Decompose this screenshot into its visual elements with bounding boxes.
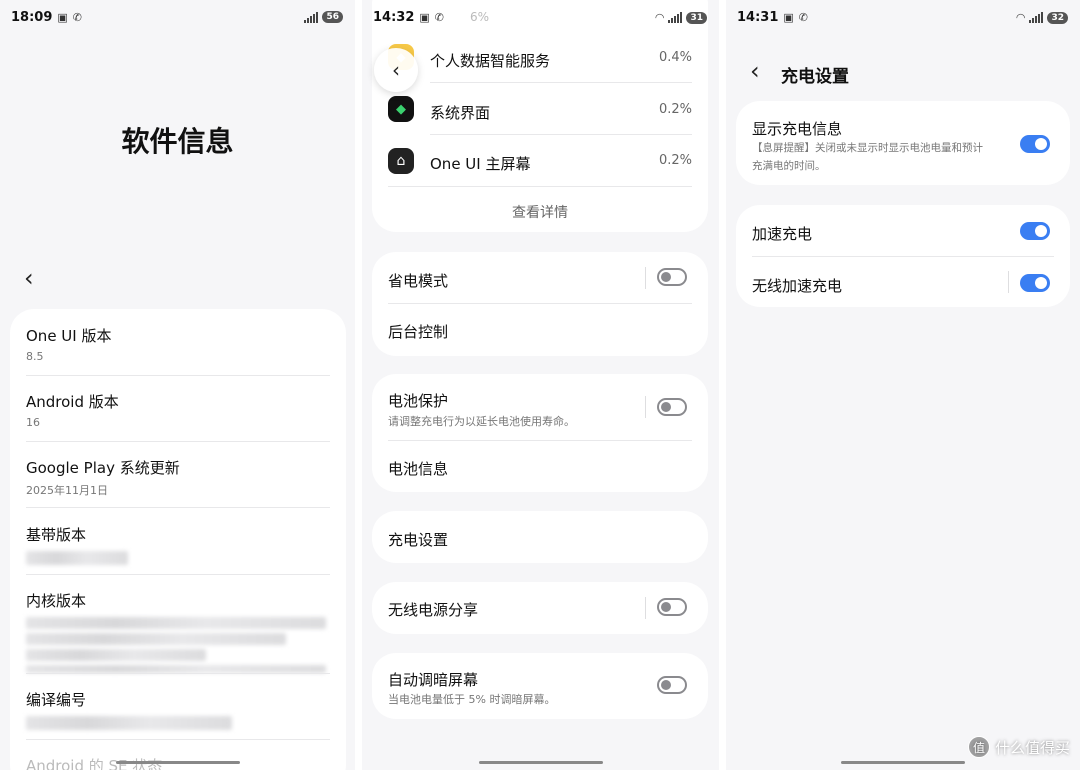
power-saving-label[interactable]: 省电模式 — [388, 270, 448, 291]
battery-protection-label[interactable]: 电池保护 — [388, 390, 448, 411]
wireless-fast-charging-label[interactable]: 无线加速充电 — [752, 275, 842, 296]
battery-icon: 31 — [686, 11, 707, 24]
app-name: 系统界面 — [430, 104, 491, 122]
background-control-item[interactable]: 后台控制 — [388, 321, 448, 342]
back-button[interactable]: ‹ — [374, 48, 418, 92]
watermark-logo-icon: 值 — [967, 736, 990, 758]
auto-dim-desc: 当电池电量低于 5% 时调暗屏幕。 — [388, 693, 556, 706]
battery-protection-card: 电池保护 请调整充电行为以延长电池使用寿命。 电池信息 — [372, 374, 708, 492]
show-charging-info-desc-2: 充满电的时间。 — [752, 160, 826, 172]
wireless-powershare-label[interactable]: 无线电源分享 — [388, 599, 478, 620]
wifi-icon: ◠ — [654, 11, 665, 24]
app-name: 个人数据智能服务 — [430, 52, 551, 70]
show-charging-info-label[interactable]: 显示充电信息 — [752, 118, 842, 139]
battery-protection-desc: 请调整充电行为以延长电池使用寿命。 — [388, 415, 575, 428]
back-arrow-icon: ‹ — [392, 58, 400, 82]
status-time: 14:31 — [737, 10, 779, 25]
wireless-powershare-card: 无线电源分享 — [372, 582, 708, 634]
fast-charging-toggle[interactable] — [1020, 222, 1050, 240]
blurred-value — [26, 649, 206, 661]
screenshot-icon: ▣ — [783, 11, 794, 24]
status-bar: 14:32 ▣ ✆ ◠ 31 — [362, 0, 719, 40]
view-details-button[interactable]: 查看详情 — [372, 202, 708, 222]
list-item-kernel-version[interactable]: 内核版本 — [26, 590, 330, 673]
home-indicator[interactable] — [841, 761, 965, 764]
app-name: One UI 主屏幕 — [430, 155, 531, 173]
home-indicator[interactable] — [478, 761, 603, 764]
app-percent: 0.4% — [658, 50, 692, 65]
screenshot-icon: ▣ — [57, 11, 68, 24]
phone-call-icon: ✆ — [798, 11, 809, 24]
status-bar: 18:09 ▣ ✆ 56 — [0, 0, 355, 40]
blurred-value — [26, 665, 326, 673]
list-item-baseband-version[interactable]: 基带版本 — [26, 524, 330, 565]
status-time: 14:32 — [373, 10, 415, 25]
list-item-oneui-version[interactable]: One UI 版本 8.5 — [26, 325, 330, 363]
phone-battery-settings: 6% ◆ 个人数据智能服务 0.4% ◆ 系统界面 0.2% ⌂ One UI … — [362, 0, 719, 770]
phone-call-icon: ✆ — [434, 11, 445, 24]
software-info-card: One UI 版本 8.5 Android 版本 16 Google Play … — [10, 309, 346, 770]
fast-charging-card: 加速充电 无线加速充电 — [736, 205, 1070, 307]
phone-call-icon: ✆ — [72, 11, 83, 24]
status-bar: 14:31 ▣ ✆ ◠ 32 — [726, 0, 1080, 40]
battery-icon: 56 — [322, 11, 343, 23]
back-arrow-icon[interactable]: ‹ — [24, 266, 34, 290]
charging-settings-item[interactable]: 充电设置 — [388, 529, 448, 550]
list-item-android-version[interactable]: Android 版本 16 — [26, 391, 330, 429]
app-percent: 0.2% — [658, 102, 692, 117]
watermark: 值 什么值得买 — [967, 736, 1070, 758]
battery-protection-toggle[interactable] — [657, 398, 687, 416]
charging-settings-card[interactable]: 充电设置 — [372, 511, 708, 563]
auto-dim-card: 自动调暗屏幕 当电池电量低于 5% 时调暗屏幕。 — [372, 653, 708, 719]
blurred-value — [26, 716, 232, 730]
page-title: 充电设置 — [781, 67, 849, 87]
wireless-fast-charging-toggle[interactable] — [1020, 274, 1050, 292]
blurred-value — [26, 633, 286, 645]
power-saving-toggle[interactable] — [657, 268, 687, 286]
show-charging-info-toggle[interactable] — [1020, 135, 1050, 153]
wireless-powershare-toggle[interactable] — [657, 598, 687, 616]
home-screen-icon: ⌂ — [388, 148, 414, 174]
signal-icon — [1029, 12, 1044, 23]
battery-info-item[interactable]: 电池信息 — [388, 458, 448, 479]
phone-software-info: 18:09 ▣ ✆ 56 软件信息 ‹ One UI 版本 8.5 Androi… — [0, 0, 355, 770]
auto-dim-label[interactable]: 自动调暗屏幕 — [388, 669, 478, 690]
show-charging-info-card: 显示充电信息 【息屏提醒】关闭或未显示时显示电池电量和预计 充满电的时间。 — [736, 101, 1070, 185]
blurred-value — [26, 551, 128, 565]
app-percent: 0.2% — [658, 153, 692, 168]
system-ui-icon: ◆ — [388, 96, 414, 122]
fast-charging-label[interactable]: 加速充电 — [752, 223, 812, 244]
phone-charging-settings: 14:31 ▣ ✆ ◠ 32 ‹ 充电设置 显示充电信息 【息屏提醒】关闭或未显… — [726, 0, 1080, 770]
home-indicator[interactable] — [115, 761, 240, 764]
back-arrow-icon[interactable]: ‹ — [750, 59, 760, 83]
show-charging-info-desc: 【息屏提醒】关闭或未显示时显示电池电量和预计 — [752, 142, 983, 154]
screenshot-icon: ▣ — [419, 11, 430, 24]
list-item-build-number[interactable]: 编译编号 — [26, 689, 330, 730]
page-title: 软件信息 — [121, 125, 234, 158]
signal-icon — [668, 12, 683, 23]
auto-dim-toggle[interactable] — [657, 676, 687, 694]
blurred-value — [26, 617, 326, 629]
signal-icon — [304, 11, 319, 23]
watermark-text: 什么值得买 — [994, 738, 1070, 757]
status-time: 18:09 — [11, 10, 53, 25]
wifi-icon: ◠ — [1015, 11, 1026, 24]
list-item-google-play-update[interactable]: Google Play 系统更新 2025年11月1日 — [26, 457, 330, 498]
power-card: 省电模式 后台控制 — [372, 252, 708, 356]
battery-icon: 32 — [1047, 11, 1068, 24]
